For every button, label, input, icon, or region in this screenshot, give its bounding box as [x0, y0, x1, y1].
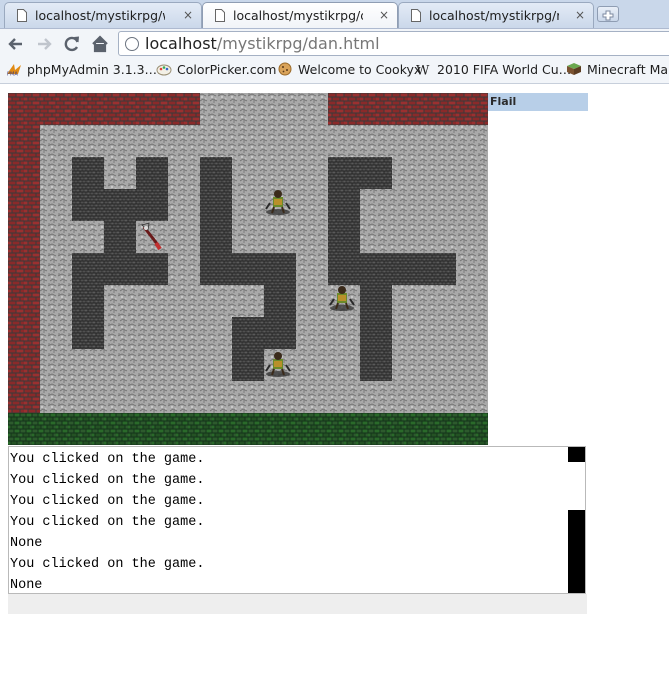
log-line: None	[10, 536, 43, 551]
svg-text:W: W	[416, 64, 430, 77]
bookmark-label: ColorPicker.com	[177, 62, 277, 77]
wikipedia-icon: W	[416, 64, 430, 77]
message-log[interactable]: You clicked on the game. You clicked on …	[8, 446, 586, 594]
minecraft-icon	[567, 63, 581, 75]
page-icon	[411, 9, 421, 22]
status-bar	[8, 594, 587, 614]
log-line: You clicked on the game.	[10, 557, 205, 572]
log-line: You clicked on the game.	[10, 515, 205, 530]
back-button[interactable]	[6, 34, 26, 54]
url-path: /mystikrpg/dan.html	[216, 34, 380, 53]
page-icon	[215, 9, 225, 22]
page-icon	[17, 9, 27, 22]
grass-border	[8, 413, 488, 445]
game-canvas[interactable]	[8, 93, 488, 445]
log-line: You clicked on the game.	[10, 473, 205, 488]
brick-wall-top-left	[8, 93, 200, 125]
scroll-thumb[interactable]	[568, 510, 585, 593]
address-bar[interactable]: localhost/mystikrpg/dan.html	[118, 31, 669, 56]
close-icon[interactable]: ×	[183, 8, 193, 22]
tab-strip: localhost/mystikrpg/wek… × localhost/mys…	[0, 0, 669, 28]
scroll-up-button[interactable]	[568, 447, 585, 462]
arrow-right-icon	[38, 38, 52, 50]
url-host: localhost	[145, 34, 217, 53]
reload-icon	[64, 36, 79, 52]
reload-button[interactable]	[62, 34, 82, 54]
tab-wek[interactable]: localhost/mystikrpg/wek… ×	[4, 2, 202, 28]
cookie-icon	[278, 62, 292, 76]
bookmark-label: 2010 FIFA World Cu…	[437, 62, 572, 77]
url-text: localhost/mystikrpg/dan.html	[145, 34, 380, 53]
close-icon[interactable]: ×	[575, 8, 585, 22]
log-line: None	[10, 578, 43, 593]
bookmarks-bar: PMA phpMyAdmin 3.1.3.… ColorPicker.com We…	[0, 59, 669, 84]
brick-wall-left	[8, 125, 40, 413]
bookmark-cookyx[interactable]: Welcome to Cookyx	[277, 62, 421, 80]
bookmark-fifa[interactable]: W 2010 FIFA World Cu…	[416, 62, 571, 80]
browser-toolbar: localhost/mystikrpg/dan.html	[0, 28, 669, 59]
log-line: You clicked on the game.	[10, 494, 205, 509]
plus-icon	[602, 10, 614, 21]
tab-red[interactable]: localhost/mystikrpg/red.… ×	[398, 2, 594, 28]
bookmark-phpmyadmin[interactable]: PMA phpMyAdmin 3.1.3.…	[6, 62, 161, 80]
tab-dan[interactable]: localhost/mystikrpg/dan.… ×	[202, 2, 398, 28]
forward-button[interactable]	[34, 34, 54, 54]
log-lines: You clicked on the game. You clicked on …	[10, 449, 568, 593]
bookmark-label: Minecraft Map	[587, 62, 669, 77]
home-icon	[92, 35, 108, 53]
bookmark-label: Welcome to Cookyx	[298, 62, 422, 77]
svg-text:PMA: PMA	[7, 72, 18, 77]
close-icon[interactable]: ×	[379, 8, 389, 22]
pma-icon: PMA	[7, 64, 21, 77]
log-line: You clicked on the game.	[10, 452, 205, 467]
item-name: Flail	[490, 95, 517, 108]
game-map	[8, 93, 488, 445]
tab-title: localhost/mystikrpg/wek…	[35, 8, 165, 23]
arrow-left-icon	[8, 38, 22, 50]
bookmark-colorpicker[interactable]: ColorPicker.com	[156, 62, 276, 80]
tab-title: localhost/mystikrpg/red.…	[429, 8, 559, 23]
home-button[interactable]	[90, 34, 110, 54]
tab-title: localhost/mystikrpg/dan.…	[233, 8, 363, 23]
brick-wall-top-right	[328, 93, 488, 125]
bookmark-label: phpMyAdmin 3.1.3.…	[27, 62, 162, 77]
item-info-panel: Flail	[488, 93, 588, 111]
colorpicker-icon	[156, 64, 172, 76]
new-tab-button[interactable]	[597, 6, 619, 22]
globe-icon	[125, 37, 139, 51]
bookmark-minecraft[interactable]: Minecraft Map	[566, 62, 669, 80]
